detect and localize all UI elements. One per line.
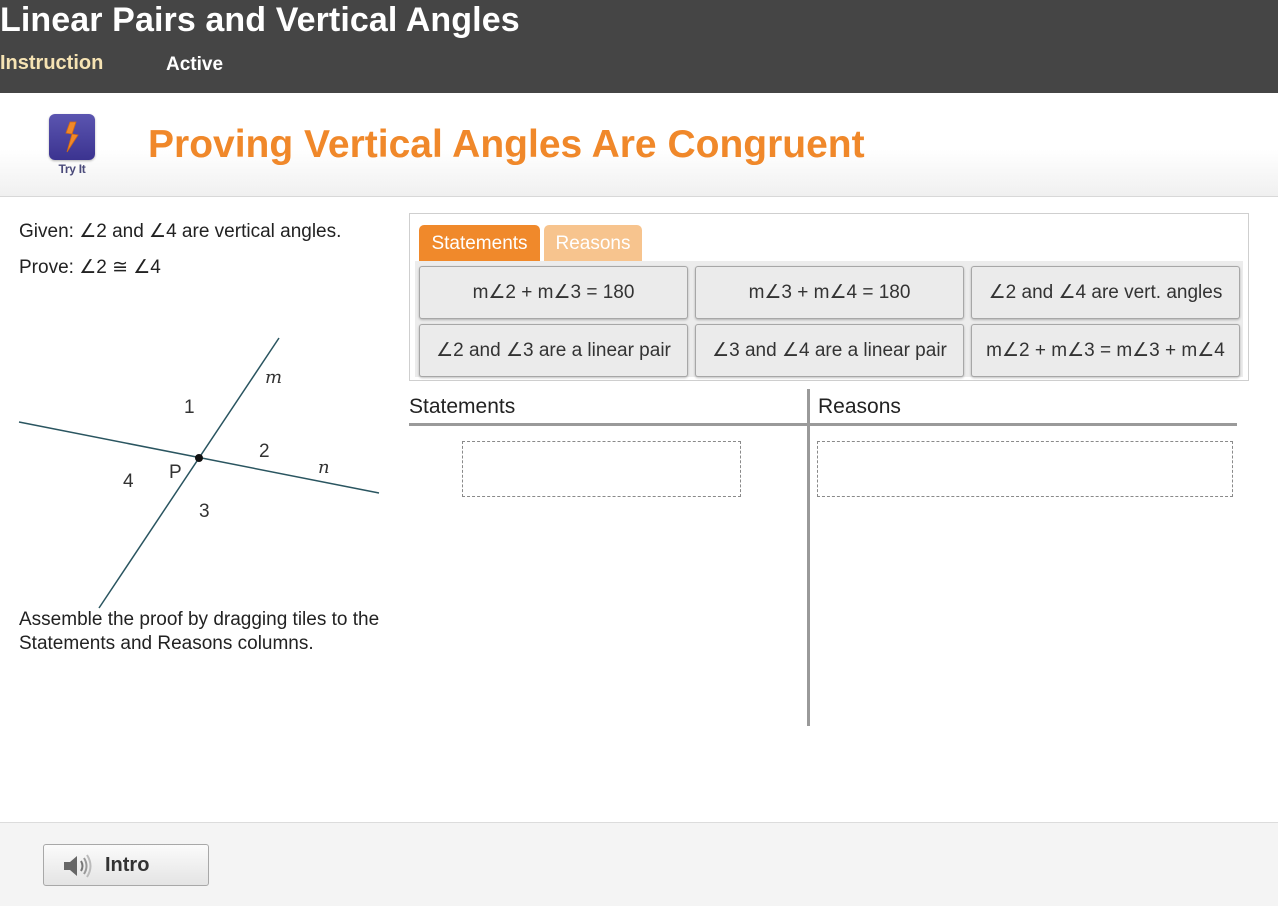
point-label-p: P — [169, 462, 182, 483]
statements-column-header: Statements — [409, 395, 516, 418]
angle-label-3: 3 — [199, 501, 210, 522]
top-header-bar: Linear Pairs and Vertical Angles Instruc… — [0, 0, 1278, 93]
intro-button-label: Intro — [105, 854, 150, 876]
proof-tile[interactable]: m∠2 + m∠3 = m∠3 + m∠4 — [971, 324, 1240, 377]
proof-tile[interactable]: ∠2 and ∠3 are a linear pair — [419, 324, 688, 377]
proof-tile[interactable]: ∠2 and ∠4 are vert. angles — [971, 266, 1240, 319]
lightning-icon — [49, 114, 95, 160]
line-label-m: m — [265, 367, 282, 388]
lesson-header: Try It Proving Vertical Angles Are Congr… — [0, 93, 1278, 197]
instructions-text: Assemble the proof by dragging tiles to … — [19, 609, 380, 654]
nav-tab-active[interactable]: Active — [166, 54, 223, 76]
table-header-rule — [409, 423, 1237, 426]
proof-tile[interactable]: m∠3 + m∠4 = 180 — [695, 266, 964, 319]
proof-tile[interactable]: ∠3 and ∠4 are a linear pair — [695, 324, 964, 377]
lesson-title: Proving Vertical Angles Are Congruent — [148, 123, 865, 166]
proof-tile[interactable]: m∠2 + m∠3 = 180 — [419, 266, 688, 319]
footer-bar: Intro — [0, 822, 1278, 906]
column-divider — [807, 389, 810, 726]
vertical-angles-diagram: m n 1 2 3 4 P — [0, 320, 400, 620]
statement-drop-zone[interactable] — [462, 441, 741, 497]
reasons-column-header: Reasons — [818, 395, 901, 418]
tile-text: ∠2 and ∠4 are vert. angles — [988, 282, 1223, 303]
tile-bank-area: m∠2 + m∠3 = 180 m∠3 + m∠4 = 180 ∠2 and ∠… — [415, 261, 1243, 377]
proof-table: Statements Reasons — [409, 389, 1237, 726]
angle-label-1: 1 — [184, 397, 195, 418]
intro-button[interactable]: Intro — [43, 844, 209, 886]
tile-text: ∠2 and ∠3 are a linear pair — [436, 340, 671, 361]
try-it-label: Try It — [58, 162, 86, 176]
course-title: Linear Pairs and Vertical Angles — [0, 1, 520, 39]
tile-text: ∠3 and ∠4 are a linear pair — [712, 340, 947, 361]
reason-drop-zone[interactable] — [817, 441, 1233, 497]
tile-text: m∠3 + m∠4 = 180 — [748, 282, 911, 303]
tile-bank: Statements Reasons m∠2 + m∠3 = 180 m∠3 +… — [409, 213, 1249, 381]
line-label-n: n — [318, 457, 330, 478]
speaker-icon — [62, 853, 94, 884]
tile-text: m∠2 + m∠3 = 180 — [472, 282, 635, 303]
angle-label-4: 4 — [123, 471, 134, 492]
tab-statements[interactable]: Statements — [419, 225, 540, 262]
nav-tab-instruction[interactable]: Instruction — [0, 52, 103, 75]
point-p — [195, 454, 203, 462]
prove-statement: Prove: ∠2 ≅ ∠4 — [19, 257, 161, 278]
tab-reasons[interactable]: Reasons — [544, 225, 642, 262]
tile-text: m∠2 + m∠3 = m∠3 + m∠4 — [986, 340, 1225, 361]
given-statement: Given: ∠2 and ∠4 are vertical angles. — [19, 221, 342, 242]
angle-label-2: 2 — [259, 441, 270, 462]
